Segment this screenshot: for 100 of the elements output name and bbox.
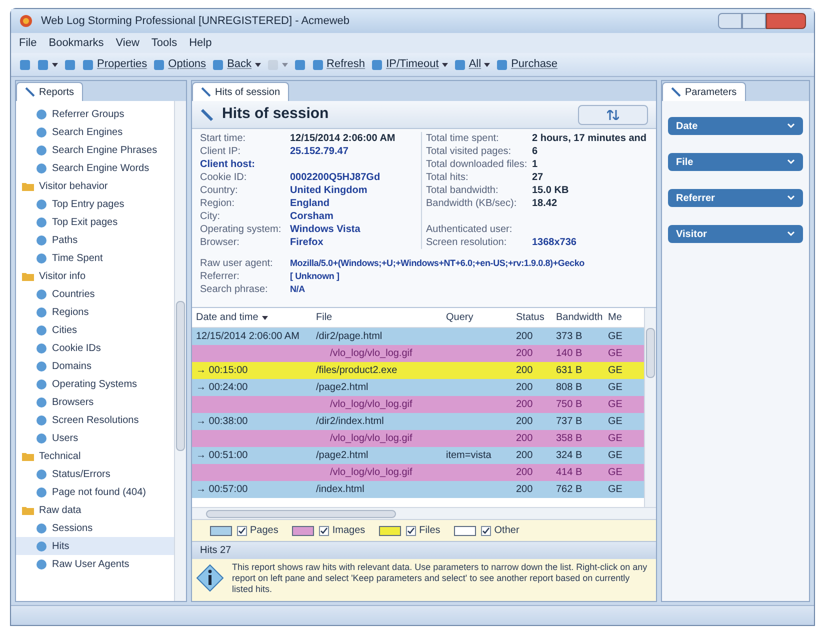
panel-tab[interactable]: Hits of session [192, 82, 290, 101]
field-label: Cookie ID: [200, 171, 248, 184]
tree-item[interactable]: Regions [16, 303, 174, 321]
tree-item[interactable]: Visitor behavior [16, 177, 174, 195]
table-cell-text: 200 [515, 347, 534, 361]
panel-tab[interactable]: Reports [16, 82, 84, 101]
table-cell-text: 200 [515, 466, 534, 480]
column-header[interactable]: Bandwidth [552, 310, 604, 325]
square-icon [64, 58, 76, 70]
tree-item[interactable]: Raw data [16, 501, 174, 519]
toolbar-button[interactable]: All [454, 56, 490, 73]
minimize-button[interactable] [718, 13, 742, 29]
field-label: Client host: [200, 158, 256, 171]
table-cell-text: GE [607, 449, 624, 463]
info-message: This report shows raw hits with relevant data. Use parameters to narrow down the list. Right-click on any report on left pane and select 'Keep parameters and select' to see another report based on currently listed hits. [232, 562, 648, 595]
tree-item[interactable]: Page not found (404) [16, 483, 174, 501]
column-header[interactable]: Query [442, 310, 512, 325]
field-value: 27 [532, 171, 544, 184]
maximize-button[interactable] [742, 13, 766, 29]
dropdown-button[interactable] [578, 104, 648, 124]
field-value: Firefox [290, 236, 324, 249]
menu-item[interactable]: File [19, 34, 37, 52]
tree-item[interactable]: Raw User Agents [16, 555, 174, 573]
table-cell-text: 140 B [555, 347, 584, 361]
field-label: Total time spent: [426, 132, 500, 145]
field-label: Client IP: [200, 145, 242, 158]
square-icon [312, 58, 324, 70]
tree-item[interactable]: Search Engines [16, 123, 174, 141]
legend-checkbox[interactable]: Pages [237, 523, 278, 538]
tree-item[interactable]: Visitor info [16, 267, 174, 285]
tree-item[interactable]: Domains [16, 357, 174, 375]
tree-item[interactable]: Cookie IDs [16, 339, 174, 357]
tree-item[interactable]: Hits [16, 537, 174, 555]
tree-item[interactable]: Paths [16, 231, 174, 249]
field-label: Raw user agent: [200, 257, 274, 270]
scrollbar[interactable] [192, 507, 656, 519]
square-icon [153, 58, 166, 70]
tree-item[interactable]: Screen Resolutions [16, 411, 174, 429]
table-cell-text: 12/15/2014 2:06:00 AM [195, 330, 300, 344]
field-value: United Kingdom [290, 184, 368, 197]
column-header[interactable]: Me [604, 310, 628, 325]
scrollbar[interactable] [644, 308, 656, 507]
tree-item[interactable]: Top Entry pages [16, 195, 174, 213]
menu-item[interactable]: Bookmarks [48, 34, 104, 52]
table-cell-text: /files/product2.exe [315, 364, 398, 378]
circle-icon [36, 216, 47, 228]
menu-item[interactable]: Help [189, 34, 212, 52]
toolbar-button[interactable]: IP/Timeout [371, 56, 448, 73]
tree-item[interactable]: Referrer Groups [16, 105, 174, 123]
parameter-group[interactable]: File [668, 153, 803, 171]
circle-icon [36, 342, 47, 354]
toolbar-button[interactable]: Properties [82, 56, 148, 73]
tree-item[interactable]: Users [16, 429, 174, 447]
tree-item[interactable]: Sessions [16, 519, 174, 537]
parameter-group[interactable]: Date [668, 117, 803, 135]
field-value: Mozilla/5.0+(Windows;+U;+Windows+NT+6.0;+en-US;+rv:1.9.0.8)+Gecko [290, 257, 584, 270]
scrollbar[interactable] [174, 101, 186, 601]
tree-item[interactable]: Search Engine Phrases [16, 141, 174, 159]
tree-item[interactable]: Technical [16, 447, 174, 465]
tree-item[interactable]: Cities [16, 321, 174, 339]
field-label: Total hits: [426, 171, 470, 184]
tree-item[interactable]: Time Spent [16, 249, 174, 267]
tree-item[interactable]: Status/Errors [16, 465, 174, 483]
menu-item[interactable]: Tools [151, 34, 178, 52]
tree-item[interactable]: Search Engine Words [16, 159, 174, 177]
column-header[interactable]: File [312, 310, 442, 325]
toolbar-button[interactable]: Back [212, 56, 261, 73]
table-cell-text: /page2.html [315, 381, 370, 395]
parameter-group[interactable]: Visitor [668, 225, 803, 243]
chevron-icon [787, 231, 795, 237]
tree-item[interactable]: Browsers [16, 393, 174, 411]
toolbar-button[interactable]: Purchase [496, 56, 558, 73]
table-cell-text: GE [607, 483, 624, 497]
tree-item[interactable]: Operating Systems [16, 375, 174, 393]
column-header[interactable]: Status [512, 310, 552, 325]
toolbar-button[interactable] [37, 58, 58, 70]
toolbar-button[interactable]: Refresh [312, 56, 366, 73]
table-cell-text: GE [607, 347, 624, 361]
field-label: Bandwidth (KB/sec): [426, 197, 518, 210]
menu-item[interactable]: View [116, 34, 140, 52]
field-label: Operating system: [200, 223, 282, 236]
table-cell-text: 200 [515, 483, 534, 497]
square-icon [371, 58, 384, 70]
tree-item[interactable]: Top Exit pages [16, 213, 174, 231]
toolbar-button[interactable]: Options [153, 56, 206, 73]
field-label: Authenticated user: [426, 223, 514, 236]
panel-tab[interactable]: Parameters [662, 82, 746, 101]
tree-item[interactable]: Countries [16, 285, 174, 303]
legend-checkbox[interactable]: Other [481, 523, 520, 538]
table-cell-text: 200 [515, 381, 534, 395]
close-button[interactable] [766, 13, 806, 29]
table-cell-text: 750 B [555, 398, 584, 412]
field-value: England [290, 197, 330, 210]
column-header[interactable]: Date and time [192, 310, 312, 325]
chevron-icon [787, 123, 795, 129]
caret-icon [442, 62, 448, 66]
table-cell-text: 358 B [555, 432, 584, 446]
legend-checkbox[interactable]: Files [406, 523, 440, 538]
parameter-group[interactable]: Referrer [668, 189, 803, 207]
legend-checkbox[interactable]: Images [319, 523, 366, 538]
